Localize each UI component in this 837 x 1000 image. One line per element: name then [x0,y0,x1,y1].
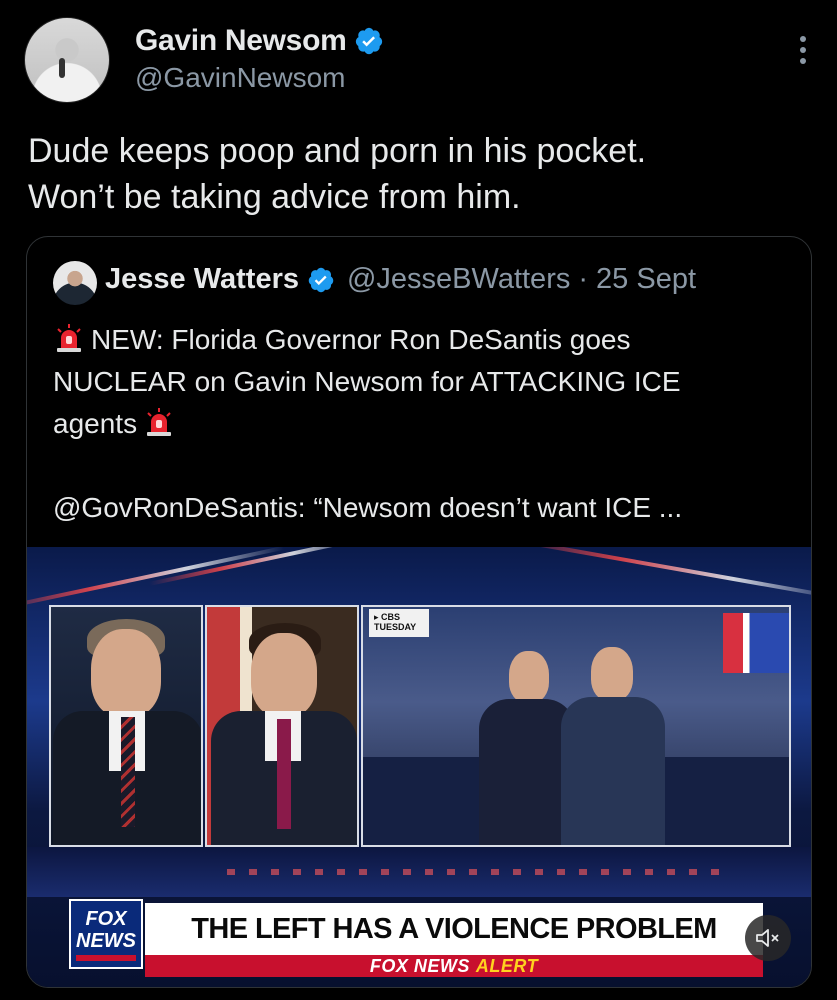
quoted-line-2: NUCLEAR on Gavin Newsom for ATTACKING IC… [53,366,681,397]
video-panel-guest [205,605,359,847]
quoted-tweet[interactable]: Jesse Watters @JesseBWatters · 25 Sept N… [26,236,812,988]
quoted-date[interactable]: 25 Sept [596,263,696,296]
cbs-tag: ▸ CBS TUESDAY [369,609,429,637]
police-siren-icon [57,324,81,352]
author-name[interactable]: Gavin Newsom [135,24,347,58]
quoted-line-4: @GovRonDeSantis: “Newsom doesn’t want IC… [53,492,683,523]
verified-badge-icon [356,27,383,55]
quoted-author-avatar[interactable] [53,261,97,305]
separator-dot: · [578,263,589,295]
fox-news-logo: FOX NEWS [69,899,143,969]
video-panel-host [49,605,203,847]
author-name-row[interactable]: Gavin Newsom [135,24,384,58]
verified-badge-icon [308,267,334,292]
quoted-author-handle[interactable]: @JesseBWatters [347,263,570,296]
speaker-muted-icon[interactable] [745,915,791,961]
quoted-text: NEW: Florida Governor Ron DeSantis goes … [53,319,793,529]
chyron-alert-bar: FOX NEWS ALERT [145,955,763,977]
author-avatar[interactable] [24,17,110,103]
police-siren-icon [147,408,172,436]
video-panel-studio [361,605,791,847]
chyron-headline: THE LEFT HAS A VIOLENCE PROBLEM [145,903,763,955]
tweet-text: Dude keeps poop and porn in his pocket. … [28,132,647,216]
quoted-line-1: NEW: Florida Governor Ron DeSantis goes [53,319,793,361]
quoted-header: Jesse Watters @JesseBWatters · 25 Sept [105,263,696,296]
quoted-line-3: agents [53,403,793,445]
quoted-author-name[interactable]: Jesse Watters [105,263,299,296]
author-handle[interactable]: @GavinNewsom [135,62,345,94]
video-player[interactable]: ▸ CBS TUESDAY FOX NEWS THE LEFT HAS A VI… [27,547,811,987]
more-options-icon[interactable] [797,36,809,64]
